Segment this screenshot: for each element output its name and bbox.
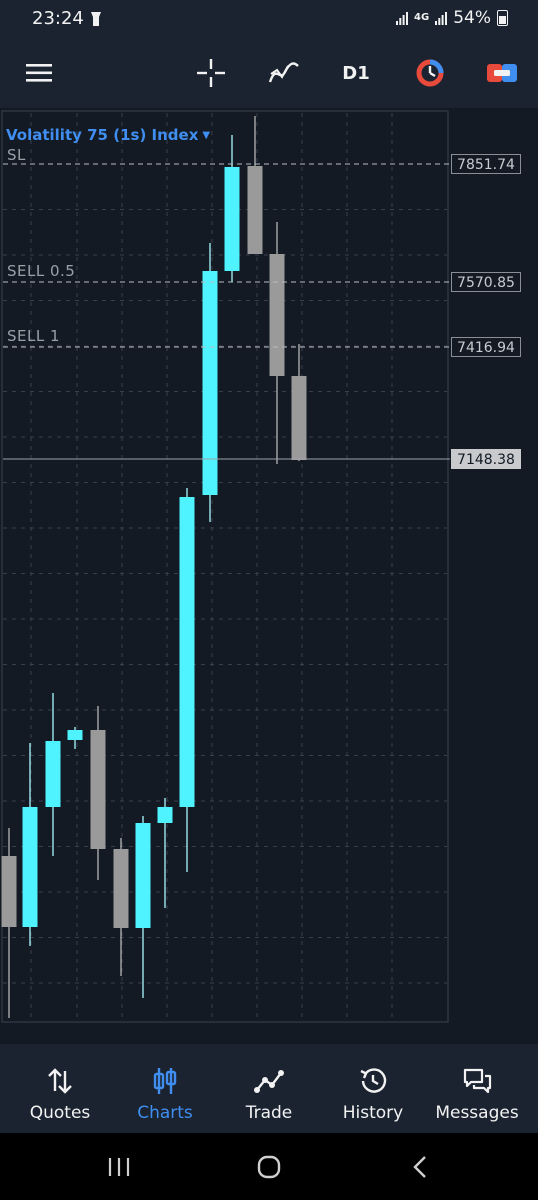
indicators-icon	[268, 62, 299, 83]
menu-icon	[26, 64, 52, 82]
nav-history-label: History	[342, 1103, 404, 1123]
menu-button[interactable]	[20, 38, 60, 108]
recent-apps-button[interactable]	[84, 1133, 154, 1200]
candlestick	[247, 116, 263, 254]
candlestick	[202, 243, 218, 522]
candles	[1, 116, 307, 1018]
chart-area[interactable]: Volatility 75 (1s) Index ▼ SL SELL 0.5 SE…	[0, 108, 538, 1044]
current-price-label: 7148.38	[451, 449, 521, 469]
candle-body	[179, 497, 195, 807]
nav-messages[interactable]: Messages	[425, 1044, 529, 1133]
cell-signal-icon	[435, 11, 448, 25]
trade-icon	[487, 64, 517, 82]
sell-half-price-label: 7570.85	[451, 272, 521, 292]
candlestick	[1, 828, 17, 1018]
candlestick	[45, 693, 61, 856]
back-icon	[413, 1155, 426, 1178]
nav-trade[interactable]: Trade	[217, 1044, 321, 1133]
candle-body	[1, 856, 17, 927]
indicators-button[interactable]	[264, 38, 304, 108]
candlestick	[90, 706, 106, 880]
nav-charts[interactable]: Charts	[113, 1044, 217, 1133]
crosshair-button[interactable]	[192, 38, 230, 108]
recent-apps-icon	[108, 1157, 130, 1176]
nav-history[interactable]: History	[321, 1044, 425, 1133]
bottom-nav: Quotes Charts Trade History Messages	[0, 1044, 538, 1133]
candle-body	[291, 376, 307, 460]
price-chart[interactable]	[0, 108, 538, 1044]
candle-body	[45, 741, 61, 807]
candle-body	[90, 730, 106, 849]
sell-half-line-label[interactable]: SELL 0.5	[7, 262, 75, 280]
candle-body	[247, 166, 263, 254]
candle-body	[135, 823, 151, 928]
candlestick	[291, 344, 307, 461]
crosshair-icon	[197, 59, 225, 87]
network-type: 4G	[414, 12, 430, 23]
status-bar: 23:24 4G 54%	[0, 0, 538, 38]
candlestick	[22, 743, 38, 946]
one-click-trading-button[interactable]	[410, 38, 450, 108]
nav-trade-label: Trade	[245, 1103, 293, 1123]
dropdown-caret-icon: ▼	[202, 130, 211, 141]
quotes-arrows-icon	[48, 1068, 72, 1094]
timeframe-label: D1	[342, 62, 370, 84]
battery-icon	[497, 10, 508, 26]
candlestick-icon	[153, 1068, 177, 1094]
nav-quotes[interactable]: Quotes	[8, 1044, 112, 1133]
candle-body	[224, 167, 240, 271]
sl-price-label: 7851.74	[451, 154, 521, 174]
sl-line-label[interactable]: SL	[7, 146, 26, 164]
nav-charts-label: Charts	[137, 1103, 193, 1123]
new-order-button[interactable]	[482, 38, 522, 108]
flashlight-icon	[91, 12, 101, 26]
status-indicators: 4G 54%	[396, 8, 508, 28]
candlestick	[135, 816, 151, 998]
candlestick	[179, 488, 195, 872]
candle-body	[202, 271, 218, 495]
nav-messages-label: Messages	[435, 1103, 519, 1123]
home-icon	[257, 1155, 281, 1178]
symbol-selector[interactable]: Volatility 75 (1s) Index ▼	[6, 126, 210, 144]
candle-body	[113, 849, 129, 928]
wifi-signal-icon	[396, 11, 409, 25]
candle-body	[269, 254, 285, 376]
candle-body	[22, 807, 38, 927]
back-button[interactable]	[385, 1133, 455, 1200]
system-nav-bar	[0, 1133, 538, 1200]
status-time: 23:24	[32, 8, 84, 29]
candle-body	[67, 730, 83, 740]
nav-quotes-label: Quotes	[29, 1103, 91, 1123]
trade-line-icon	[254, 1070, 284, 1093]
timeframe-button[interactable]: D1	[335, 38, 377, 108]
sell-one-price-label: 7416.94	[451, 337, 521, 357]
candlestick	[67, 727, 83, 749]
one-click-trading-icon	[416, 59, 444, 87]
candlestick	[224, 135, 240, 282]
chart-toolbar: D1	[0, 38, 538, 108]
candlestick	[269, 222, 285, 464]
battery-percent: 54%	[453, 8, 491, 28]
candle-body	[157, 807, 173, 823]
sell-one-line-label[interactable]: SELL 1	[7, 327, 60, 345]
messages-bubbles-icon	[463, 1068, 492, 1094]
symbol-name: Volatility 75 (1s) Index	[6, 126, 199, 144]
candlestick	[113, 838, 129, 976]
history-clock-icon	[360, 1068, 387, 1093]
home-button[interactable]	[234, 1133, 304, 1200]
